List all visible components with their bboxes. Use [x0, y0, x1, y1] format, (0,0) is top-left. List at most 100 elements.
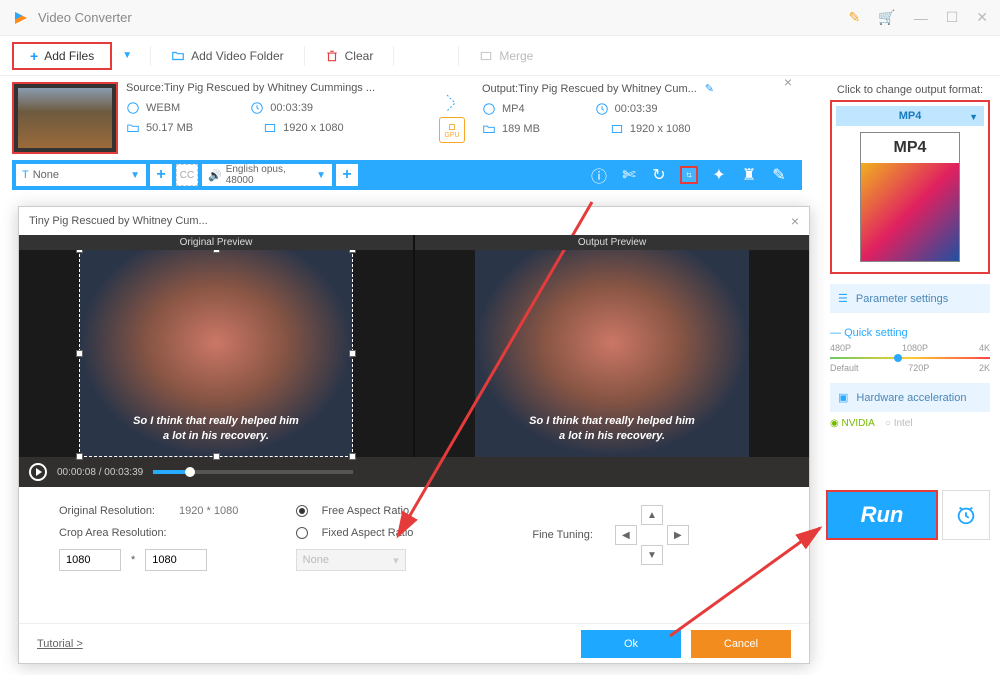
- audio-select[interactable]: 🔊 English opus, 48000 ▼: [202, 164, 332, 186]
- crop-handle[interactable]: [213, 453, 220, 460]
- crop-height-input[interactable]: [145, 549, 207, 571]
- radio-icon: [296, 527, 308, 539]
- format-name: MP4: [899, 110, 922, 122]
- video-thumbnail[interactable]: [12, 82, 118, 154]
- orig-res-label: Original Resolution:: [59, 505, 169, 517]
- caret-down-icon: ▼: [969, 112, 978, 122]
- crop-handle[interactable]: [349, 350, 356, 357]
- clear-label: Clear: [345, 49, 374, 63]
- src-resolution: 1920 x 1080: [283, 122, 344, 134]
- app-logo-icon: [12, 9, 30, 27]
- dpad-left-button[interactable]: ◀: [615, 525, 637, 545]
- add-subtitle-button[interactable]: +: [150, 164, 172, 186]
- src-format: WEBM: [146, 102, 180, 114]
- key-icon[interactable]: ✎: [849, 9, 861, 26]
- app-title: Video Converter: [38, 10, 849, 25]
- playback-bar: 00:00:08 / 00:03:39: [19, 457, 809, 487]
- run-button[interactable]: Run: [826, 490, 938, 540]
- format-icon: [482, 102, 496, 116]
- out-duration: 00:03:39: [615, 103, 658, 115]
- crop-icon[interactable]: [680, 166, 698, 184]
- crop-frame[interactable]: [79, 249, 353, 457]
- add-files-button[interactable]: + Add Files: [12, 42, 112, 70]
- add-folder-button[interactable]: Add Video Folder: [163, 45, 292, 67]
- info-icon[interactable]: ⓘ: [590, 166, 608, 184]
- parameter-settings-button[interactable]: ☰ Parameter settings: [830, 284, 990, 313]
- format-preview-card: MP4: [860, 132, 960, 262]
- cart-icon[interactable]: 🛒: [878, 9, 895, 26]
- tutorial-link[interactable]: Tutorial >: [37, 638, 83, 650]
- subtitle-text: So I think that really helped hima lot i…: [475, 414, 749, 443]
- free-aspect-radio[interactable]: Free Aspect Ratio: [296, 505, 533, 517]
- cc-button[interactable]: CC: [176, 164, 198, 186]
- hardware-accel-label: Hardware acceleration: [856, 392, 966, 404]
- add-files-label: Add Files: [44, 49, 94, 63]
- caret-down-icon: ▼: [316, 170, 326, 181]
- titlebar: Video Converter ✎ 🛒 — ☐ ✕: [0, 0, 1000, 36]
- format-selector[interactable]: MP4 ▼ MP4: [830, 100, 990, 274]
- edit-output-icon[interactable]: ✎: [705, 82, 714, 95]
- maximize-icon[interactable]: ☐: [946, 9, 959, 26]
- fine-tuning-label: Fine Tuning:: [532, 529, 593, 541]
- dpad-down-button[interactable]: ▼: [641, 545, 663, 565]
- subtitle-value: None: [33, 169, 59, 181]
- output-preview-label: Output Preview: [415, 235, 809, 250]
- clock-icon: [595, 102, 609, 116]
- crop-handle[interactable]: [76, 453, 83, 460]
- dpad-up-button[interactable]: ▲: [641, 505, 663, 525]
- gpu-badge: GPU: [439, 117, 465, 143]
- close-icon[interactable]: ✕: [976, 9, 988, 26]
- time-display: 00:00:08 / 00:03:39: [57, 467, 143, 478]
- cut-icon[interactable]: ✄: [620, 166, 638, 184]
- dropdown-caret-icon[interactable]: ▼: [116, 50, 138, 61]
- right-panel: Click to change output format: MP4 ▼ MP4…: [830, 80, 990, 429]
- parameter-settings-label: Parameter settings: [856, 293, 948, 305]
- file-row: × Source: Tiny Pig Rescued by Whitney Cu…: [0, 76, 800, 154]
- original-preview-label: Original Preview: [19, 235, 413, 250]
- schedule-button[interactable]: [942, 490, 990, 540]
- ok-button[interactable]: Ok: [581, 630, 681, 658]
- arrow-right-icon: [445, 93, 459, 113]
- aspect-combo: None▾: [296, 549, 406, 571]
- minimize-icon[interactable]: —: [914, 10, 928, 26]
- slider-thumb[interactable]: [894, 354, 902, 362]
- subtitle-select[interactable]: T None ▼: [16, 164, 146, 186]
- watermark-icon[interactable]: ♜: [740, 166, 758, 184]
- clear-button[interactable]: Clear: [317, 45, 382, 67]
- action-bar: T None ▼ + CC 🔊 English opus, 48000 ▼ + …: [12, 160, 802, 190]
- hardware-accel-button[interactable]: ▣ Hardware acceleration: [830, 383, 990, 412]
- caret-down-icon: ▼: [130, 170, 140, 181]
- fixed-aspect-label: Fixed Aspect Ratio: [322, 527, 414, 539]
- effects-icon[interactable]: ✦: [710, 166, 728, 184]
- add-audio-button[interactable]: +: [336, 164, 358, 186]
- audio-value: English opus, 48000: [226, 164, 312, 186]
- quality-slider[interactable]: [830, 357, 990, 359]
- nvidia-badge: ◉ NVIDIA: [830, 418, 875, 429]
- out-size: 189 MB: [502, 123, 540, 135]
- format-label: Click to change output format:: [830, 80, 990, 100]
- out-format: MP4: [502, 103, 525, 115]
- merge-button: Merge: [471, 45, 541, 67]
- edit-icon[interactable]: ✎: [770, 166, 788, 184]
- rotate-icon[interactable]: ↻: [650, 166, 668, 184]
- orig-res-value: 1920 * 1080: [179, 505, 238, 517]
- plus-icon: +: [30, 48, 38, 64]
- seek-bar[interactable]: [153, 470, 353, 474]
- seek-thumb[interactable]: [185, 467, 195, 477]
- cancel-button[interactable]: Cancel: [691, 630, 791, 658]
- text-icon: T: [22, 169, 29, 181]
- play-button[interactable]: [29, 463, 47, 481]
- crop-handle[interactable]: [349, 453, 356, 460]
- speaker-icon: 🔊: [208, 169, 222, 182]
- dpad-right-button[interactable]: ▶: [667, 525, 689, 545]
- radio-icon: [296, 505, 308, 517]
- merge-icon: [479, 49, 493, 63]
- crop-width-input[interactable]: [59, 549, 121, 571]
- folder-icon: [482, 122, 496, 136]
- crop-handle[interactable]: [76, 350, 83, 357]
- remove-file-icon[interactable]: ×: [784, 74, 792, 90]
- add-folder-label: Add Video Folder: [191, 49, 284, 63]
- output-title: Output: Tiny Pig Rescued by Whitney Cum.…: [482, 82, 788, 99]
- dialog-close-icon[interactable]: ×: [791, 213, 799, 229]
- fixed-aspect-radio[interactable]: Fixed Aspect Ratio: [296, 527, 533, 539]
